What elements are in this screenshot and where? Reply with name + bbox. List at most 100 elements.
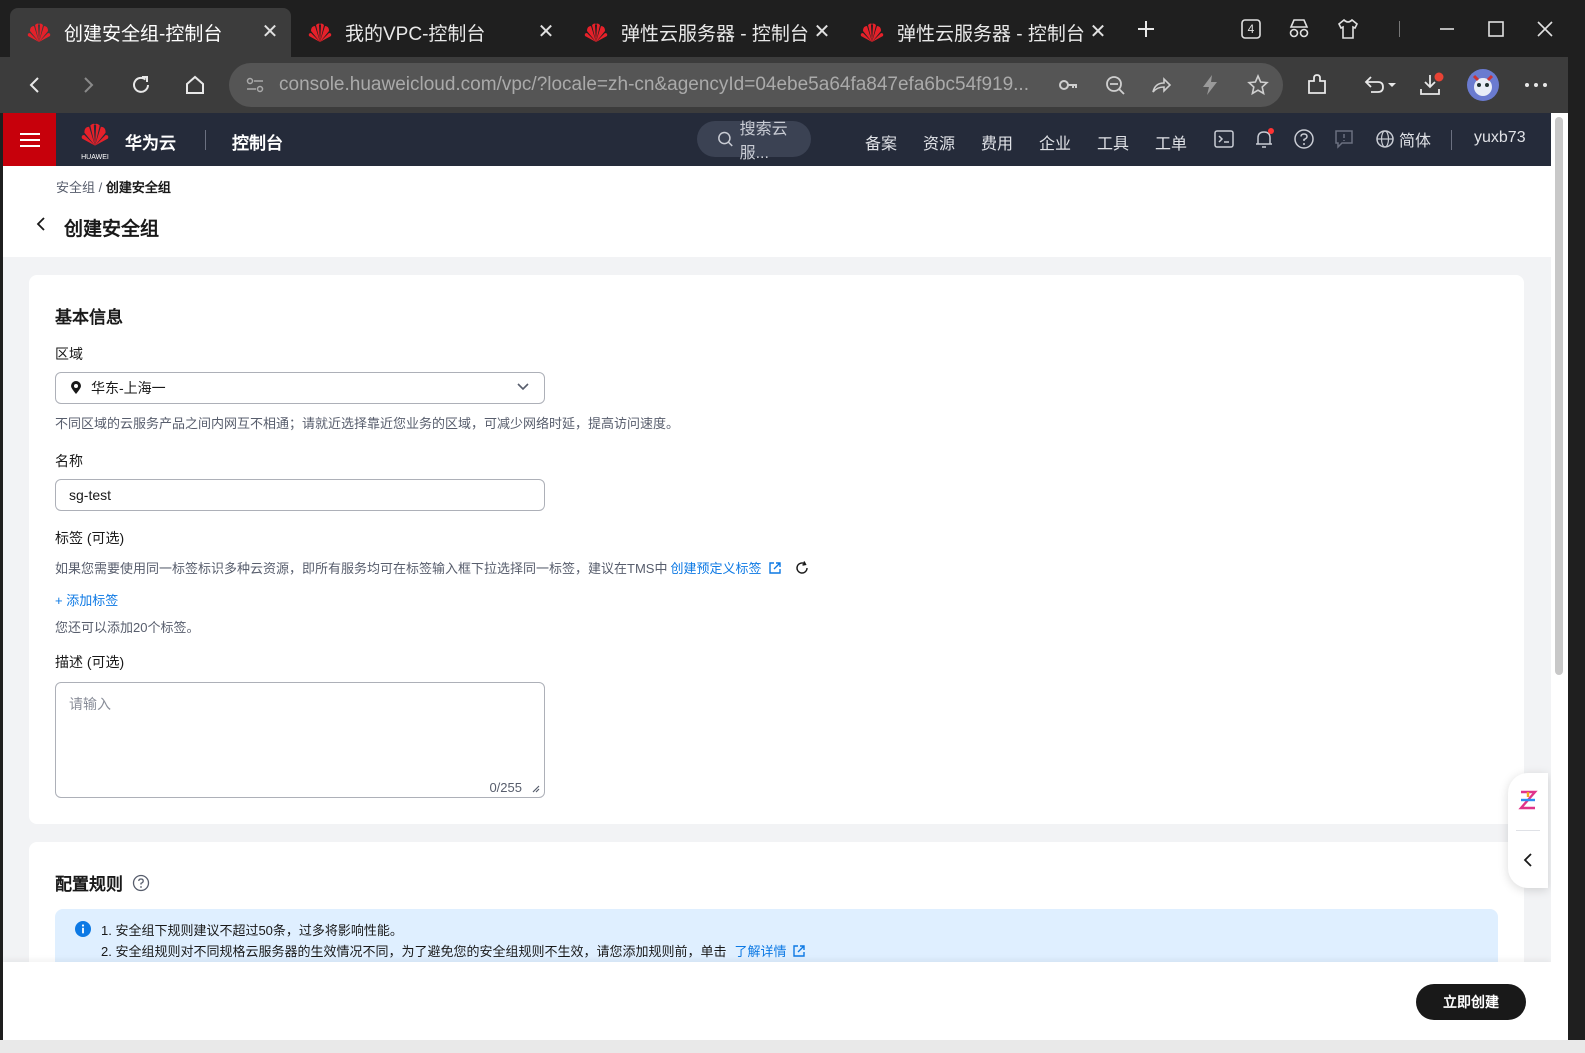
cloud-shell-icon[interactable] xyxy=(1212,127,1236,151)
zoom-out-icon[interactable] xyxy=(1103,73,1127,97)
window-edge xyxy=(1568,0,1585,1053)
bell-icon[interactable] xyxy=(1252,127,1276,151)
profile-avatar[interactable] xyxy=(1466,68,1500,102)
console-link[interactable]: 控制台 xyxy=(232,129,283,154)
new-tab-button[interactable] xyxy=(1131,14,1161,44)
breadcrumb-security-groups[interactable]: 安全组 xyxy=(56,180,95,195)
nav-tools[interactable]: 工具 xyxy=(1097,130,1129,154)
assistant-logo-icon[interactable] xyxy=(1517,789,1539,811)
more-menu-button[interactable] xyxy=(1521,70,1551,100)
logo-text: HUAWEI xyxy=(81,154,109,161)
page-footer: 立即创建 xyxy=(3,962,1551,1040)
minimize-button[interactable] xyxy=(1432,14,1462,44)
page-content: 安全组 / 创建安全组 创建安全组 基本信息 区域 华东-上海一 不同区域的云服… xyxy=(3,166,1551,1040)
feedback-icon[interactable] xyxy=(1332,127,1356,151)
resize-handle-icon[interactable] xyxy=(530,783,540,793)
huawei-favicon-icon xyxy=(308,23,332,42)
forward-button[interactable] xyxy=(73,70,103,100)
avatar-icon xyxy=(1467,69,1499,101)
maximize-button[interactable] xyxy=(1481,14,1511,44)
arrow-left-icon xyxy=(29,77,39,93)
panel-divider xyxy=(1516,830,1540,831)
add-tag-link[interactable]: + 添加标签 xyxy=(55,590,118,609)
share-icon[interactable] xyxy=(1149,73,1173,97)
url-text: console.huaweicloud.com/vpc/?locale=zh-c… xyxy=(279,74,1029,95)
tab-ecs-2[interactable]: 弹性云服务器 - 控制台 ✕ xyxy=(843,8,1119,57)
info-line-2: 2. 安全组规则对不同规格云服务器的生效情况不同，为了避免您的安全组规则不生效，… xyxy=(101,941,806,960)
close-icon[interactable]: ✕ xyxy=(1087,21,1109,43)
tab-create-security-group[interactable]: 创建安全组-控制台 ✕ xyxy=(10,8,291,57)
region-select[interactable]: 华东-上海一 xyxy=(55,372,545,404)
create-predefined-tag-link[interactable]: 创建预定义标签 xyxy=(670,558,761,577)
star-icon[interactable] xyxy=(1246,73,1270,97)
external-link-icon[interactable] xyxy=(768,561,782,575)
help-icon[interactable] xyxy=(132,874,150,892)
incognito-icon xyxy=(1289,19,1309,38)
external-link-icon[interactable] xyxy=(792,944,806,958)
language-switch[interactable]: 简体 xyxy=(1375,127,1431,151)
learn-more-link[interactable]: 了解详情 xyxy=(734,941,786,960)
window-bottom-edge xyxy=(0,1040,1585,1053)
tab-my-vpc[interactable]: 我的VPC-控制台 ✕ xyxy=(291,8,567,57)
strip-divider xyxy=(1384,14,1414,44)
tab-count-button[interactable]: 4 xyxy=(1236,14,1266,44)
service-search[interactable]: 搜索云服... xyxy=(697,121,811,162)
refresh-icon[interactable] xyxy=(794,560,810,576)
chevron-left-icon xyxy=(36,217,45,231)
region-label: 区域 xyxy=(55,346,83,362)
info-line-1: 1. 安全组下规则建议不超过50条，过多将影响性能。 xyxy=(101,923,403,938)
incognito-button[interactable] xyxy=(1284,14,1314,44)
huawei-favicon-icon xyxy=(27,23,51,42)
scroll-thumb[interactable] xyxy=(1555,117,1563,675)
nav-enterprise[interactable]: 企业 xyxy=(1039,130,1071,154)
description-counter: 0/255 xyxy=(489,780,522,795)
help-icon[interactable] xyxy=(1292,127,1316,151)
nav-filing[interactable]: 备案 xyxy=(865,130,897,154)
download-icon xyxy=(1420,72,1444,95)
reload-button[interactable] xyxy=(126,70,156,100)
name-label: 名称 xyxy=(55,453,83,469)
extensions-strip-button[interactable] xyxy=(1333,14,1363,44)
tab-title: 我的VPC-控制台 xyxy=(345,24,486,45)
site-settings-icon[interactable] xyxy=(243,73,267,97)
address-bar[interactable]: console.huaweicloud.com/vpc/?locale=zh-c… xyxy=(229,63,1283,107)
page-scrollbar[interactable] xyxy=(1551,113,1568,1040)
description-textarea[interactable]: 请输入 0/255 xyxy=(55,682,545,798)
nav-billing[interactable]: 费用 xyxy=(981,130,1013,154)
close-icon[interactable]: ✕ xyxy=(259,21,281,43)
window-close-button[interactable] xyxy=(1530,14,1560,44)
undo-dropdown-icon xyxy=(1364,76,1396,93)
region-value: 华东-上海一 xyxy=(91,380,166,396)
puzzle-icon xyxy=(1308,74,1326,94)
browser-toolbar: console.huaweicloud.com/vpc/?locale=zh-c… xyxy=(0,57,1585,113)
chevron-down-icon xyxy=(517,383,529,391)
back-button[interactable] xyxy=(35,215,51,235)
tab-title: 弹性云服务器 - 控制台 xyxy=(621,24,809,45)
back-button[interactable] xyxy=(20,70,50,100)
key-icon[interactable] xyxy=(1056,73,1080,97)
close-icon[interactable]: ✕ xyxy=(811,21,833,43)
more-dots-icon xyxy=(1525,83,1547,87)
create-now-button[interactable]: 立即创建 xyxy=(1416,984,1526,1020)
extensions-button[interactable] xyxy=(1302,70,1332,100)
close-icon xyxy=(1537,21,1553,37)
name-value: sg-test xyxy=(69,487,112,503)
tab-count: 4 xyxy=(1247,22,1255,36)
chevron-left-icon[interactable] xyxy=(1522,851,1534,869)
lightning-icon[interactable] xyxy=(1198,73,1222,97)
history-button[interactable] xyxy=(1360,70,1400,100)
hamburger-icon xyxy=(19,132,40,147)
huawei-logo[interactable]: HUAWEI xyxy=(79,122,111,161)
home-button[interactable] xyxy=(180,70,210,100)
close-icon[interactable]: ✕ xyxy=(535,21,557,43)
download-button[interactable] xyxy=(1416,70,1446,100)
nav-tickets[interactable]: 工单 xyxy=(1155,130,1187,154)
user-account[interactable]: yuxb73 xyxy=(1474,129,1526,147)
location-pin-icon xyxy=(71,381,81,394)
huawei-favicon-icon xyxy=(584,23,608,42)
service-menu-button[interactable] xyxy=(3,113,56,166)
nav-resources[interactable]: 资源 xyxy=(923,130,955,154)
name-input[interactable]: sg-test xyxy=(55,479,545,511)
description-label: 描述 (可选) xyxy=(55,654,125,670)
tab-ecs-1[interactable]: 弹性云服务器 - 控制台 ✕ xyxy=(567,8,843,57)
